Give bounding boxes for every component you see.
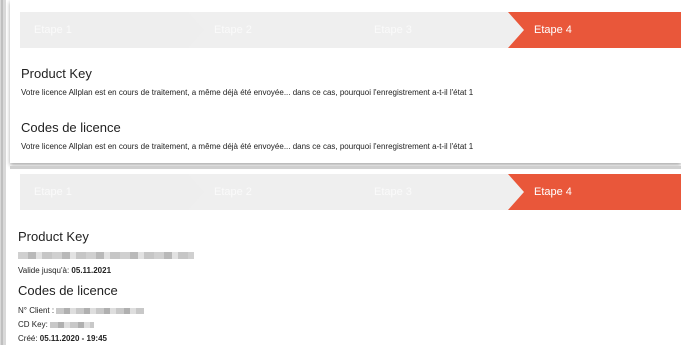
client-number-redacted [56, 307, 145, 314]
valid-until: Valide jusqu'à: 05.11.2021 [18, 266, 111, 275]
step-progress-bar: Etape 1 Etape 2 Etape 3 Etape 4 [20, 174, 671, 210]
left-border [0, 0, 6, 345]
cd-key-label: CD Key: [18, 320, 51, 329]
step-progress-bar: Etape 1 Etape 2 Etape 3 Etape 4 [20, 12, 671, 48]
license-panel-before: Etape 1 Etape 2 Etape 3 Etape 4 Product … [10, 0, 681, 163]
step-4-active: Etape 4 [508, 174, 681, 210]
step-2: Etape 2 [188, 12, 368, 48]
client-number: N° Client : [18, 306, 145, 315]
cd-key-redacted [50, 321, 95, 328]
created-date: Créé: 05.11.2020 - 19:45 [18, 334, 107, 343]
step-3: Etape 3 [348, 174, 528, 210]
step-4-active: Etape 4 [508, 12, 681, 48]
step-1: Etape 1 [20, 12, 208, 48]
license-panel-after: Etape 1 Etape 2 Etape 3 Etape 4 Product … [10, 172, 681, 345]
client-number-label: N° Client : [18, 306, 57, 315]
codes-status-text: Votre licence Allplan est en cours de tr… [21, 142, 474, 151]
panel-divider [10, 166, 681, 169]
created-label: Créé: [18, 334, 40, 343]
product-key-status-text: Votre licence Allplan est en cours de tr… [21, 88, 474, 97]
step-1: Etape 1 [20, 174, 208, 210]
valid-until-label: Valide jusqu'à: [18, 266, 72, 275]
codes-title: Codes de licence [21, 120, 121, 135]
step-3: Etape 3 [348, 12, 528, 48]
step-2: Etape 2 [188, 174, 368, 210]
product-key-title: Product Key [18, 229, 89, 244]
left-border-line [1, 0, 3, 345]
created-value: 05.11.2020 - 19:45 [39, 334, 107, 343]
codes-title: Codes de licence [18, 283, 118, 298]
product-key-redacted [18, 252, 194, 259]
product-key-title: Product Key [21, 66, 92, 81]
valid-until-value: 05.11.2021 [71, 266, 112, 275]
cd-key: CD Key: [18, 320, 95, 329]
